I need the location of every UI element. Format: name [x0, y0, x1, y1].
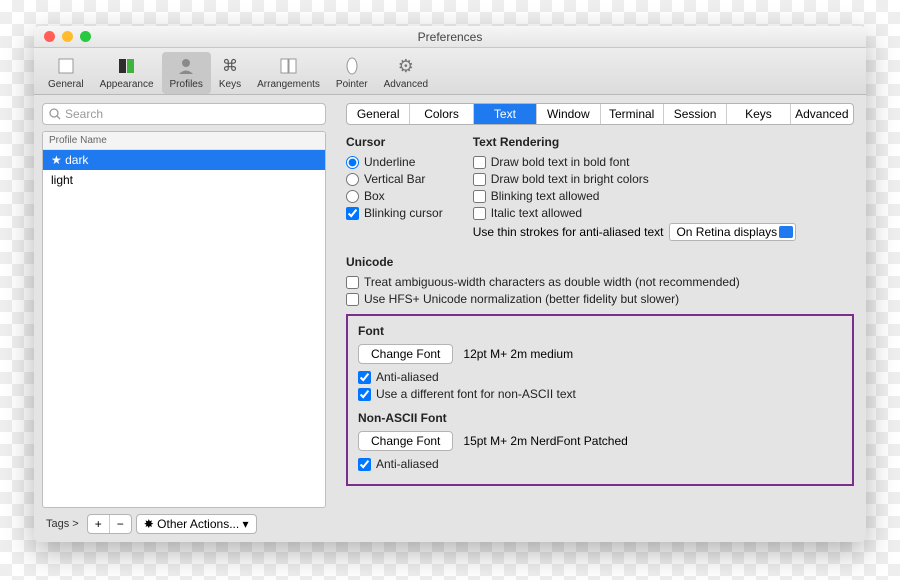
thin-strokes-select[interactable]: On Retina displays [669, 223, 796, 241]
tab-arrangements[interactable]: Arrangements [249, 52, 328, 94]
tab-advanced[interactable]: ⚙Advanced [376, 52, 436, 94]
tab-profiles[interactable]: Profiles [162, 52, 211, 94]
sidebar: Search Profile Name ★ dark light Tags > … [34, 95, 334, 542]
other-actions-menu[interactable]: ✸ Other Actions... ▾ [137, 515, 256, 533]
close-icon[interactable] [44, 31, 55, 42]
window-title: Preferences [418, 30, 483, 44]
profile-row[interactable]: ★ dark [43, 150, 325, 170]
minimize-icon[interactable] [62, 31, 73, 42]
tab-keys[interactable]: ⌘Keys [211, 52, 249, 94]
ptab-terminal[interactable]: Terminal [601, 104, 664, 124]
preferences-window: Preferences General Appearance Profiles … [34, 26, 866, 542]
tab-general[interactable]: General [40, 52, 92, 94]
content-pane: General Colors Text Window Terminal Sess… [334, 95, 866, 542]
unicode-hfs[interactable]: Use HFS+ Unicode normalization (better f… [346, 292, 854, 306]
ptab-general[interactable]: General [347, 104, 410, 124]
profile-tabs: General Colors Text Window Terminal Sess… [346, 103, 854, 125]
render-bold-font[interactable]: Draw bold text in bold font [473, 155, 796, 169]
tab-appearance[interactable]: Appearance [92, 52, 162, 94]
thin-strokes-label: Use thin strokes for anti-aliased text [473, 225, 664, 239]
profile-list-header: Profile Name [43, 132, 325, 150]
add-profile-button[interactable]: + [88, 515, 110, 533]
cursor-vertical[interactable]: Vertical Bar [346, 172, 443, 186]
profile-row[interactable]: light [43, 170, 325, 190]
zoom-icon[interactable] [80, 31, 91, 42]
titlebar: Preferences [34, 26, 866, 48]
font-diff-nonascii[interactable]: Use a different font for non-ASCII text [358, 387, 842, 401]
ptab-window[interactable]: Window [537, 104, 600, 124]
ptab-keys[interactable]: Keys [727, 104, 790, 124]
chevron-down-icon: ▾ [243, 517, 249, 531]
cursor-blinking[interactable]: Blinking cursor [346, 206, 443, 220]
remove-profile-button[interactable]: − [110, 515, 131, 533]
render-bold-bright[interactable]: Draw bold text in bright colors [473, 172, 796, 186]
cursor-underline[interactable]: Underline [346, 155, 443, 169]
ptab-session[interactable]: Session [664, 104, 727, 124]
font-antialiased[interactable]: Anti-aliased [358, 370, 842, 384]
ptab-text[interactable]: Text [474, 104, 537, 124]
nonascii-font-title: Non-ASCII Font [358, 411, 842, 425]
render-title: Text Rendering [473, 135, 796, 149]
ptab-colors[interactable]: Colors [410, 104, 473, 124]
nonascii-font-description: 15pt M+ 2m NerdFont Patched [463, 434, 627, 448]
font-title: Font [358, 324, 842, 338]
cursor-box[interactable]: Box [346, 189, 443, 203]
change-font-button[interactable]: Change Font [358, 344, 453, 364]
profile-list: Profile Name ★ dark light [42, 131, 326, 508]
gear-icon: ⚙ [398, 56, 414, 77]
font-description: 12pt M+ 2m medium [463, 347, 573, 361]
search-icon [49, 108, 61, 120]
font-section: Font Change Font 12pt M+ 2m medium Anti-… [346, 314, 854, 486]
unicode-title: Unicode [346, 255, 854, 269]
nonascii-font-antialiased[interactable]: Anti-aliased [358, 457, 842, 471]
tags-button[interactable]: Tags > [42, 516, 83, 532]
gear-icon: ✸ [144, 517, 154, 531]
change-nonascii-font-button[interactable]: Change Font [358, 431, 453, 451]
search-input[interactable]: Search [42, 103, 326, 125]
render-blinking[interactable]: Blinking text allowed [473, 189, 796, 203]
cursor-title: Cursor [346, 135, 443, 149]
tab-pointer[interactable]: Pointer [328, 52, 376, 94]
render-italic[interactable]: Italic text allowed [473, 206, 796, 220]
unicode-ambiguous[interactable]: Treat ambiguous-width characters as doub… [346, 275, 854, 289]
toolbar: General Appearance Profiles ⌘Keys Arrang… [34, 48, 866, 95]
ptab-advanced[interactable]: Advanced [791, 104, 853, 124]
